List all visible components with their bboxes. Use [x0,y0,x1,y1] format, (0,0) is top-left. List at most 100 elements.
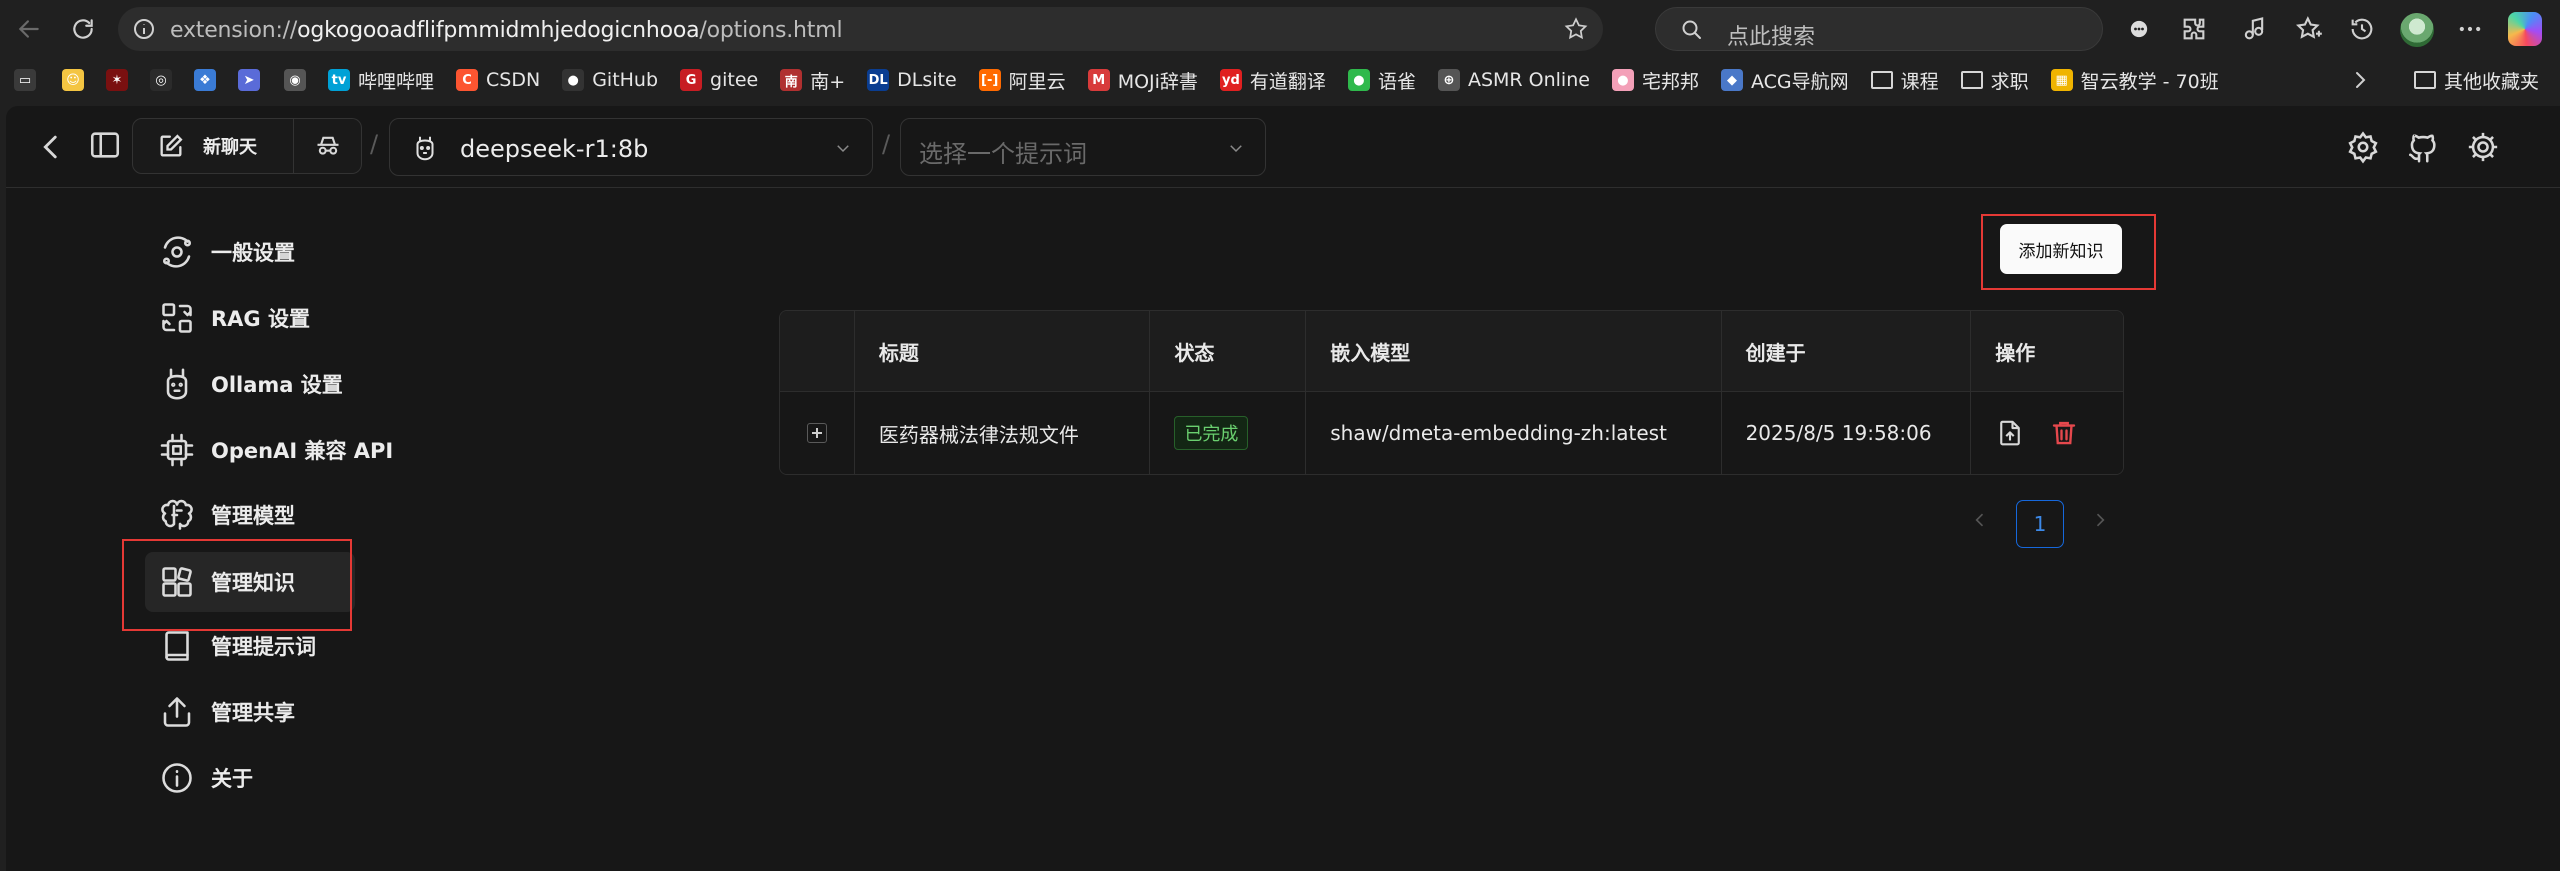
bookmark-item[interactable]: C CSDN [456,58,540,102]
bookmark-label: CSDN [486,69,541,91]
sidebar-item-label: 关于 [211,767,253,791]
pagination-prev-icon[interactable] [1970,510,1990,530]
sidebar-item-general[interactable]: 一般设置 [145,222,355,282]
bookmark-label: 求职 [1990,70,2029,93]
star-icon[interactable] [1563,16,1589,42]
bookmark-item[interactable]: ✶ [106,58,128,102]
sidebar-toggle-button[interactable] [88,128,122,162]
prompt-select[interactable]: 选择一个提示词 [900,118,1266,176]
favicon-icon: yd [1219,69,1242,91]
sidebar-item-prompts[interactable]: 管理提示词 [145,616,355,676]
address-bar[interactable]: extension://ogkogooadflifpmmidmhjedogicn… [118,7,1603,51]
more-icon[interactable] [2456,15,2484,43]
sidebar-item-openai[interactable]: OpenAI 兼容 API [145,420,393,480]
file-upload-icon[interactable] [1995,418,2025,448]
edit-icon [160,134,183,157]
favicon-icon: ▭ [14,69,36,91]
bookmark-item[interactable]: yd 有道翻译 [1219,58,1326,102]
sidebar-item-knowledge[interactable]: 管理知识 [145,552,355,612]
table-header: 标题 状态 嵌入模型 创建于 操作 [780,311,2123,392]
expand-row-button[interactable] [806,423,827,443]
bookmark-label: gitee [710,69,759,91]
bookmark-item[interactable]: ◆ ACG导航网 [1720,58,1849,102]
bookmark-item[interactable]: M MOJi辞書 [1087,58,1198,102]
arrow-left-icon [18,20,39,38]
back-button[interactable] [12,12,46,46]
chat-extension-icon[interactable] [2125,15,2153,43]
bookmark-item[interactable]: ❖ [194,58,216,102]
bookmark-item[interactable]: 课程 [1870,58,1939,102]
model-select[interactable]: deepseek-r1:8b [389,118,873,176]
settings-button[interactable] [2466,130,2500,164]
github-icon [2408,134,2436,163]
new-chat-button[interactable]: 新聊天 [132,118,294,174]
sidebar-item-rag[interactable]: RAG 设置 [145,288,355,348]
bookmark-item[interactable]: ● 语雀 [1347,58,1416,102]
extensions-icon[interactable] [2180,15,2208,43]
bookmark-label: ACG导航网 [1750,70,1849,93]
site-info-icon[interactable] [132,17,156,41]
media-icon[interactable] [2240,15,2268,43]
bookmark-item[interactable]: ▭ [14,58,36,102]
incognito-icon [317,136,338,155]
sidebar-item-about[interactable]: 关于 [145,748,355,808]
bookmark-item[interactable]: Ggitee [680,58,758,102]
favicon-icon: G [680,69,703,91]
bookmark-item[interactable]: 南南+ [780,58,845,102]
bookmark-item[interactable]: ◎ [150,58,172,102]
favicon-icon: DL [867,69,890,91]
url-text: extension://ogkogooadflifpmmidmhjedogicn… [170,18,843,43]
bookmark-item[interactable]: ◉ [284,58,306,102]
bookmark-item[interactable]: ➤ [238,58,260,102]
collapse-back-button[interactable] [34,130,68,164]
trash-icon[interactable] [2049,418,2079,448]
prompt-placeholder: 选择一个提示词 [919,140,1087,168]
favicon-icon: ◎ [150,69,172,91]
browser-search[interactable]: 点此搜索 [1655,7,2103,51]
bookmark-label: 南+ [810,70,846,93]
bookmark-item[interactable]: DL DLsite [867,58,957,102]
favicon-icon: tv [328,69,350,91]
favicon-icon: ➤ [238,69,260,91]
history-icon[interactable] [2348,15,2376,43]
brain-icon [161,499,193,530]
bookmark-item[interactable]: [-] 阿里云 [978,58,1066,102]
bookmark-item[interactable]: 求职 [1960,58,2029,102]
sidebar-item-models[interactable]: 管理模型 [145,485,355,545]
bookmark-label: 阿里云 [1008,70,1066,93]
knowledge-table: 标题 状态 嵌入模型 创建于 操作 医药器械法律法规文件 已完成 shaw/dm… [779,310,2124,475]
favorites-icon[interactable] [2295,15,2323,43]
bookmarks-overflow-icon[interactable] [2348,68,2372,92]
chevron-down-icon [1230,145,1242,153]
bookmarks-bar: ▭ ☺ ✶ ◎ ❖ ➤ ◉ tv 哔哩哔哩 C CSDN ● GitHub Ggitee 南南+ DL DLsi… [0,58,2560,102]
cell-created-at: 2025/8/5 19:58:06 [1722,392,1972,474]
reload-icon [73,19,93,39]
temporary-chat-button[interactable] [294,118,362,174]
pagination-page[interactable]: 1 [2016,500,2064,548]
app-window: 新聊天 / deepseek-r1:8b / 选择一个提示词 [6,106,2560,871]
profile-avatar[interactable] [2400,13,2434,47]
sidebar-item-share[interactable]: 管理共享 [145,682,355,742]
ollama-settings-button[interactable] [2346,130,2380,164]
bookmark-item[interactable]: ● GitHub [562,58,658,102]
bookmark-item[interactable]: ● 宅邦邦 [1611,58,1699,102]
browser-toolbar: extension://ogkogooadflifpmmidmhjedogicn… [0,0,2560,58]
bookmark-label: ASMR Online [1467,69,1590,91]
chevron-left-icon [43,135,57,159]
sidebar-item-ollama[interactable]: Ollama 设置 [145,354,355,414]
column-header-embedding: 嵌入模型 [1306,311,1722,391]
reload-button[interactable] [66,12,100,46]
bookmark-other-folder[interactable]: 其他收藏夹 [2414,58,2539,102]
bookmark-item[interactable]: ☺ [62,58,84,102]
bookmark-item[interactable]: tv 哔哩哔哩 [328,58,434,102]
bookmark-item[interactable]: ▦ 智云教学 - 70班 [2050,58,2219,102]
blocks-icon [162,567,192,597]
github-button[interactable] [2406,130,2440,164]
copilot-icon[interactable] [2508,12,2542,46]
column-header-title: 标题 [855,311,1151,391]
add-knowledge-button[interactable]: 添加新知识 [2000,224,2122,274]
pagination-next-icon[interactable] [2090,510,2110,530]
column-header-expand [780,311,855,391]
llama-icon [166,368,188,400]
bookmark-item[interactable]: ⊕ ASMR Online [1437,58,1590,102]
